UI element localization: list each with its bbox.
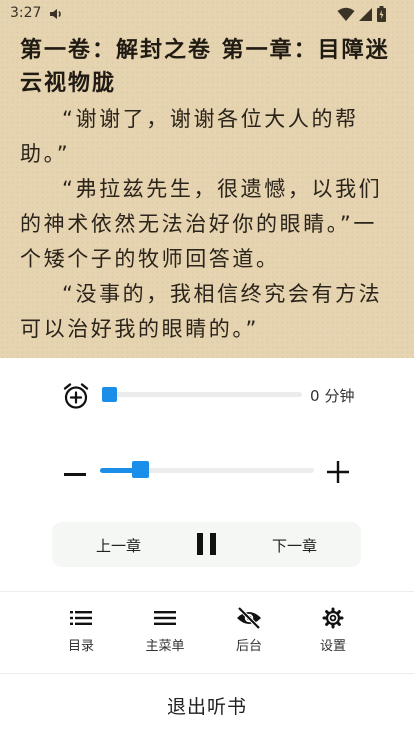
status-time: 3:27	[10, 5, 42, 21]
speed-decrease-button[interactable]	[62, 462, 88, 488]
menu-icon	[154, 611, 176, 625]
status-icons	[337, 6, 386, 22]
chapter-title: 第一卷：解封之卷 第一章：目障迷云视物胧	[20, 38, 390, 96]
nav-label-settings: 设置	[319, 639, 346, 654]
paragraph: “没事的，我相信终究会有方法可以治好我的眼睛的。”	[20, 282, 383, 341]
wifi-icon	[337, 7, 355, 21]
plus-icon	[327, 461, 349, 483]
battery-icon	[377, 6, 386, 22]
bottom-nav: 目录 主菜单 后台 设置	[0, 592, 414, 672]
nav-label-main-menu: 主菜单	[145, 639, 185, 654]
alarm-add-icon[interactable]	[62, 382, 90, 410]
nav-label-toc: 目录	[67, 639, 94, 654]
signal-icon	[359, 7, 372, 21]
chapter-controls: 上一章 下一章	[52, 522, 361, 567]
speech-speed-row	[0, 456, 414, 486]
sleep-timer-row: 0 分钟	[0, 380, 414, 410]
pause-button[interactable]	[196, 533, 218, 555]
eye-off-icon	[237, 607, 261, 629]
media-volume-icon	[50, 9, 61, 19]
paragraph: “谢谢了，谢谢各位大人的帮助。”	[20, 107, 359, 166]
nav-item-settings[interactable]: 设置	[298, 606, 368, 654]
sleep-timer-unit: 分钟	[324, 387, 355, 405]
nav-label-background: 后台	[235, 639, 262, 654]
nav-item-toc[interactable]: 目录	[46, 606, 116, 654]
exit-listening-button[interactable]: 退出听书	[0, 674, 414, 736]
listen-control-panel: 0 分钟 上一章 下一章 目录 主菜单 后台 设置 退出听书	[0, 358, 414, 736]
sleep-timer-thumb[interactable]	[102, 387, 117, 402]
toc-icon	[70, 611, 92, 625]
speed-slider-thumb[interactable]	[131, 461, 149, 478]
sleep-timer-track[interactable]	[102, 392, 302, 397]
sleep-timer-value: 0 分钟	[310, 385, 355, 406]
sleep-timer-minutes: 0	[310, 387, 320, 405]
nav-item-background[interactable]: 后台	[214, 606, 284, 654]
next-chapter-button[interactable]: 下一章	[272, 535, 317, 556]
pause-icon-bar-right	[210, 533, 216, 555]
minus-icon	[64, 473, 86, 476]
paragraph: “弗拉兹先生，很遗憾，以我们的神术依然无法治好你的眼睛。”一个矮个子的牧师回答道…	[20, 177, 383, 271]
speed-increase-button[interactable]	[324, 458, 352, 486]
nav-item-main-menu[interactable]: 主菜单	[130, 606, 200, 654]
prev-chapter-button[interactable]: 上一章	[96, 535, 141, 556]
gear-icon	[322, 607, 344, 629]
reader-page[interactable]: 3:27 第一卷：解封之卷 第一章：目障迷云视物胧 “谢谢了，谢谢各位大人的帮助…	[0, 0, 414, 358]
pause-icon-bar-left	[197, 533, 203, 555]
status-bar: 3:27	[0, 0, 414, 28]
